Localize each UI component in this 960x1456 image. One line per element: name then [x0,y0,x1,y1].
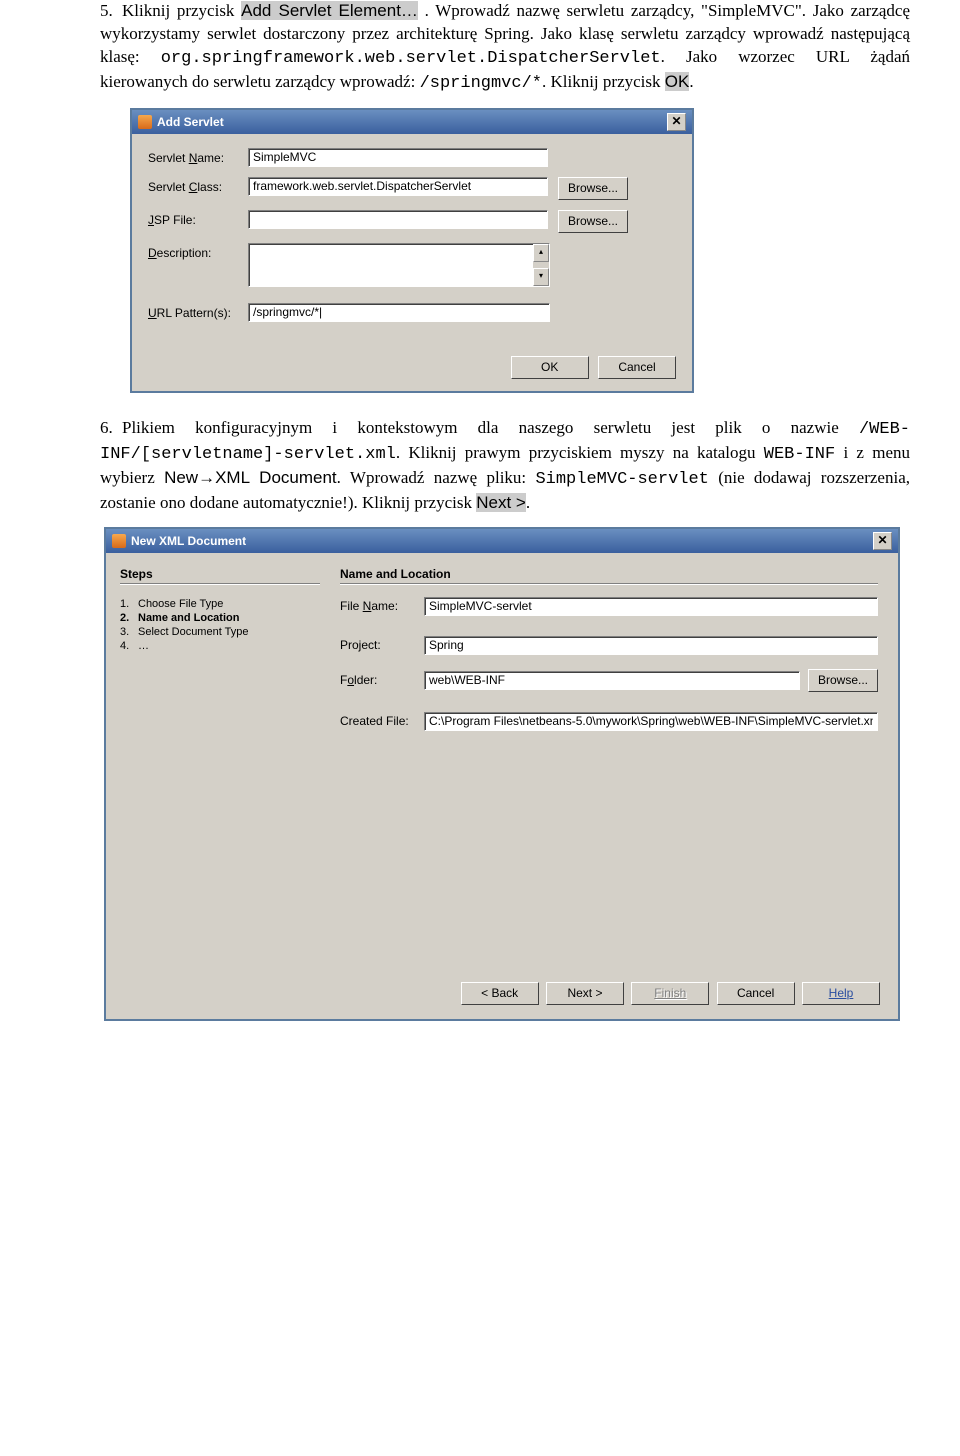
scroll-up-icon[interactable]: ▴ [533,244,549,262]
text: Kliknij przycisk [122,1,241,20]
close-icon[interactable]: ✕ [667,113,686,131]
divider [120,583,320,585]
wizard-buttons: < Back Next > Finish Cancel Help [457,982,880,1005]
code-webinf: WEB-INF [764,445,835,464]
text: . [689,72,693,91]
step-item: 3.Select Document Type [120,625,320,639]
code-filename: SimpleMVC-servlet [535,470,708,489]
step-item: 4.… [120,639,320,653]
jsp-file-input[interactable] [248,210,548,229]
description-input[interactable]: ▴ ▾ [248,243,550,287]
menu-path: New→XML Document [164,468,337,487]
paragraph-5: 5.Kliknij przycisk Add Servlet Element… … [100,0,910,96]
code-urlpattern: /springmvc/* [420,74,542,93]
highlight-add-servlet: Add Servlet Element… [241,1,418,20]
help-button[interactable]: Help [802,982,880,1005]
text: . Kliknij przycisk [542,72,665,91]
finish-button: Finish [631,982,709,1005]
dialog-icon [112,534,126,548]
scroll-down-icon[interactable]: ▾ [533,268,549,286]
step-item-active: 2.Name and Location [120,611,320,625]
next-button[interactable]: Next > [546,982,624,1005]
cancel-button[interactable]: Cancel [717,982,795,1005]
dialog-title: Add Servlet [157,115,224,129]
text: . Kliknij prawym przyciskiem myszy na ka… [396,443,764,462]
step-item: 1.Choose File Type [120,597,320,611]
created-file-input [424,712,878,731]
servlet-class-input[interactable] [248,177,548,196]
url-pattern-label: URL Pattern(s): [148,303,248,320]
new-xml-document-dialog: New XML Document ✕ Steps 1.Choose File T… [104,527,900,1021]
steps-heading: Steps [120,567,320,581]
close-icon[interactable]: ✕ [873,532,892,550]
highlight-ok: OK [665,72,690,91]
steps-panel: Steps 1.Choose File Type 2.Name and Loca… [106,553,330,755]
step-number: 5. [100,0,122,23]
project-input[interactable] [424,636,878,655]
servlet-class-label: Servlet Class: [148,177,248,194]
description-label: Description: [148,243,248,260]
text: . [526,493,530,512]
text: Plikiem konfiguracyjnym i kontekstowym d… [122,418,859,437]
url-pattern-input[interactable] [248,303,550,322]
cancel-button[interactable]: Cancel [598,356,676,379]
back-button[interactable]: < Back [461,982,539,1005]
file-name-label: File Name: [340,599,424,613]
browse-jsp-button[interactable]: Browse... [558,210,628,233]
servlet-name-label: Servlet Name: [148,148,248,165]
titlebar: Add Servlet ✕ [132,110,692,134]
jsp-file-label: JSP File: [148,210,248,227]
dialog-title: New XML Document [131,534,246,548]
panel-heading: Name and Location [340,567,878,581]
project-label: Project: [340,638,424,652]
scrollbar[interactable]: ▴ ▾ [533,244,549,286]
form-panel: Name and Location File Name: Project: Fo… [330,553,898,755]
created-file-label: Created File: [340,714,424,728]
dialog-icon [138,115,152,129]
steps-list: 1.Choose File Type 2.Name and Location 3… [120,597,320,653]
file-name-input[interactable] [424,597,878,616]
highlight-next: Next > [476,493,526,512]
titlebar: New XML Document ✕ [106,529,898,553]
paragraph-6: 6.Plikiem konfiguracyjnym i kontekstowym… [100,417,910,515]
folder-input[interactable] [424,671,800,690]
browse-folder-button[interactable]: Browse... [808,669,878,692]
ok-button[interactable]: OK [511,356,589,379]
add-servlet-dialog: Add Servlet ✕ Servlet Name: Servlet Clas… [130,108,694,393]
browse-class-button[interactable]: Browse... [558,177,628,200]
text: . Wprowadź nazwę pliku: [337,468,536,487]
servlet-name-input[interactable] [248,148,548,167]
code-dispatcher: org.springframework.web.servlet.Dispatch… [161,49,661,68]
divider [340,583,878,585]
folder-label: Folder: [340,673,424,687]
step-number: 6. [100,417,122,440]
